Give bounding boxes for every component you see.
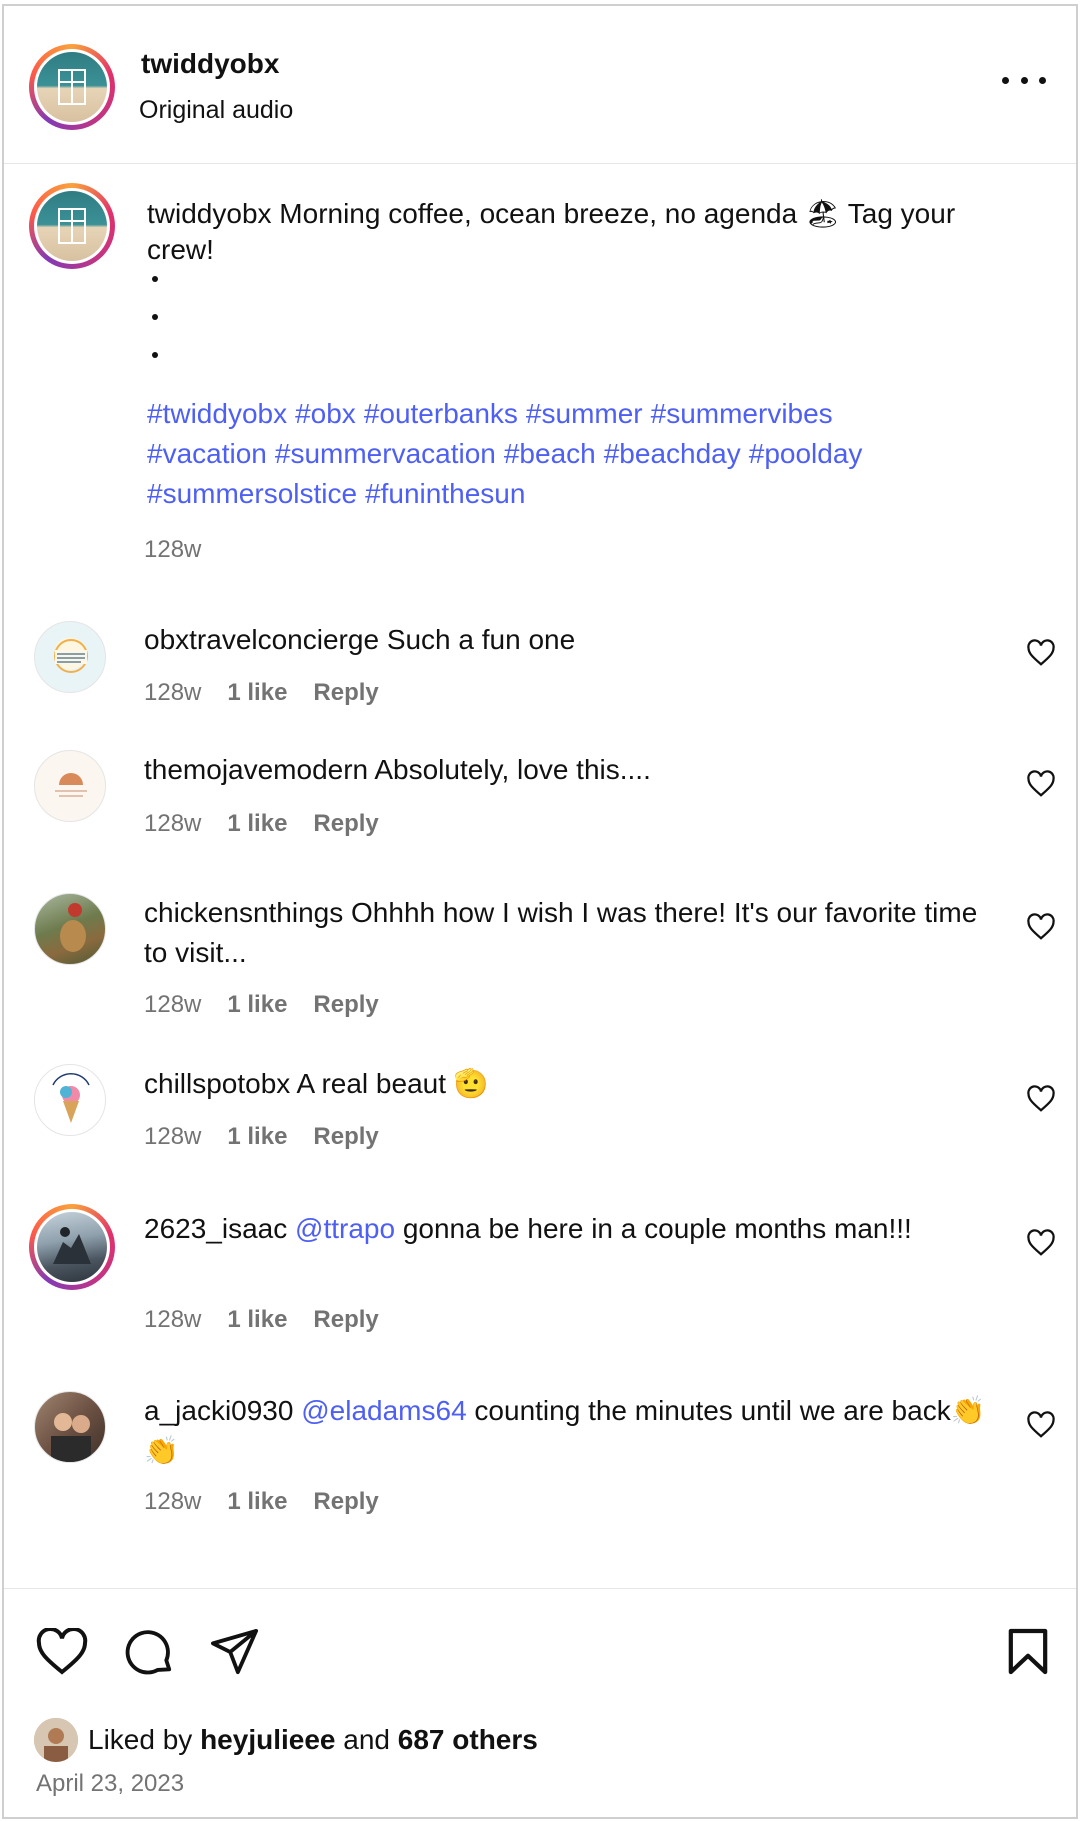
comment-time[interactable]: 128w bbox=[144, 1306, 201, 1334]
like-comment-heart-icon[interactable] bbox=[1026, 639, 1056, 667]
comment-username[interactable]: a_jacki0930 bbox=[144, 1395, 293, 1426]
comment-meta: 128w 1 like Reply bbox=[144, 679, 379, 707]
comment-time[interactable]: 128w bbox=[144, 1123, 201, 1151]
reply-button[interactable]: Reply bbox=[313, 991, 378, 1019]
comment-time[interactable]: 128w bbox=[144, 679, 201, 707]
like-comment-heart-icon[interactable] bbox=[1026, 1411, 1056, 1439]
reply-button[interactable]: Reply bbox=[313, 810, 378, 838]
comment-username[interactable]: chillspotobx bbox=[144, 1068, 290, 1099]
comment-mention[interactable]: @eladams64 bbox=[301, 1395, 466, 1426]
comment-likes[interactable]: 1 like bbox=[227, 679, 287, 707]
reply-button[interactable]: Reply bbox=[313, 1306, 378, 1334]
hashtag-link[interactable]: #summervibes bbox=[651, 398, 833, 429]
like-comment-heart-icon[interactable] bbox=[1026, 913, 1056, 941]
comment-likes[interactable]: 1 like bbox=[227, 1488, 287, 1516]
hashtag-link[interactable]: #beachday bbox=[604, 438, 741, 469]
comment-likes[interactable]: 1 like bbox=[227, 1306, 287, 1334]
caption-timestamp[interactable]: 128w bbox=[144, 536, 201, 564]
like-heart-icon[interactable] bbox=[36, 1628, 88, 1676]
comment-time[interactable]: 128w bbox=[144, 991, 201, 1019]
comment-time[interactable]: 128w bbox=[144, 810, 201, 838]
hashtag-link[interactable]: #beach bbox=[504, 438, 596, 469]
hashtag-link[interactable]: #summervacation bbox=[275, 438, 496, 469]
comment-body: Absolutely, love this.... bbox=[374, 754, 651, 785]
hashtag-link[interactable]: #vacation bbox=[147, 438, 267, 469]
comment-likes[interactable]: 1 like bbox=[227, 991, 287, 1019]
hashtag-link[interactable]: #obx bbox=[295, 398, 356, 429]
comment-avatar[interactable] bbox=[34, 1064, 106, 1136]
comment-username[interactable]: themojavemodern bbox=[144, 754, 368, 785]
liked-by-user[interactable]: heyjulieee bbox=[200, 1724, 335, 1755]
comment-avatar[interactable] bbox=[34, 621, 106, 693]
footer-divider bbox=[4, 1588, 1076, 1589]
caption-avatar-ring[interactable] bbox=[29, 183, 115, 269]
profile-avatar-ring[interactable] bbox=[29, 44, 115, 130]
comment-text: 2623_isaac @ttrapo gonna be here in a co… bbox=[144, 1209, 1004, 1249]
header-username[interactable]: twiddyobx bbox=[141, 48, 279, 80]
hashtag-link[interactable]: #twiddyobx bbox=[147, 398, 287, 429]
comment-text: themojavemodern Absolutely, love this...… bbox=[144, 750, 1004, 790]
comment-mention[interactable]: @ttrapo bbox=[295, 1213, 395, 1244]
comment-username[interactable]: chickensnthings bbox=[144, 897, 343, 928]
comment-avatar[interactable] bbox=[34, 1391, 106, 1463]
post-date[interactable]: April 23, 2023 bbox=[36, 1770, 184, 1798]
hashtag-link[interactable]: #outerbanks bbox=[364, 398, 518, 429]
caption-username[interactable]: twiddyobx bbox=[147, 198, 272, 229]
hashtag-link[interactable]: #summer bbox=[526, 398, 643, 429]
liked-by-text: Liked by heyjulieee and 687 others bbox=[88, 1724, 538, 1756]
comment-username[interactable]: obxtravelconcierge bbox=[144, 624, 379, 655]
comment-meta: 128w 1 like Reply bbox=[144, 991, 379, 1019]
comment-meta: 128w 1 like Reply bbox=[144, 1488, 379, 1516]
comment-text: chillspotobx A real beaut 🫡 bbox=[144, 1064, 1004, 1104]
reply-button[interactable]: Reply bbox=[313, 1488, 378, 1516]
reply-button[interactable]: Reply bbox=[313, 1123, 378, 1151]
liked-by-row: Liked by heyjulieee and 687 others bbox=[34, 1718, 538, 1762]
like-comment-heart-icon[interactable] bbox=[1026, 770, 1056, 798]
audio-label[interactable]: Original audio bbox=[139, 96, 293, 125]
comment-avatar[interactable] bbox=[34, 893, 106, 965]
comment-text: chickensnthings Ohhhh how I wish I was t… bbox=[144, 893, 1004, 973]
comment-avatar[interactable] bbox=[37, 1212, 107, 1282]
comment-meta: 128w 1 like Reply bbox=[144, 810, 379, 838]
caption-avatar[interactable] bbox=[37, 191, 107, 261]
comment-body: Such a fun one bbox=[386, 624, 576, 655]
comment-avatar[interactable] bbox=[34, 750, 106, 822]
hashtag-list: #twiddyobx #obx #outerbanks #summer #summerv… bbox=[147, 394, 1027, 514]
liked-by-and: and bbox=[343, 1724, 390, 1755]
comment-likes[interactable]: 1 like bbox=[227, 810, 287, 838]
comment-username[interactable]: 2623_isaac bbox=[144, 1213, 287, 1244]
liked-by-avatar[interactable] bbox=[34, 1718, 78, 1762]
bullet-dot bbox=[152, 352, 158, 358]
comment-avatar-ring[interactable] bbox=[29, 1204, 115, 1290]
comment-body: gonna be here in a couple months man!!! bbox=[402, 1213, 912, 1244]
hashtag-link[interactable]: #poolday bbox=[749, 438, 863, 469]
comment-time[interactable]: 128w bbox=[144, 1488, 201, 1516]
comment-likes[interactable]: 1 like bbox=[227, 1123, 287, 1151]
bullet-dot bbox=[152, 314, 158, 320]
comment-meta: 128w 1 like Reply bbox=[144, 1306, 379, 1334]
post-panel: twiddyobx Original audio twiddyobx Morni… bbox=[2, 4, 1078, 1819]
hashtag-link[interactable]: #summersolstice bbox=[147, 478, 357, 509]
liked-by-others[interactable]: 687 others bbox=[398, 1724, 538, 1755]
bullet-dot bbox=[152, 276, 158, 282]
bookmark-save-icon[interactable] bbox=[1007, 1628, 1049, 1676]
comment-text: a_jacki0930 @eladams64 counting the minu… bbox=[144, 1391, 1004, 1471]
like-comment-heart-icon[interactable] bbox=[1026, 1085, 1056, 1113]
comment-meta: 128w 1 like Reply bbox=[144, 1123, 379, 1151]
more-options-icon[interactable] bbox=[1002, 68, 1046, 92]
like-comment-heart-icon[interactable] bbox=[1026, 1229, 1056, 1257]
hashtag-link[interactable]: #funinthesun bbox=[365, 478, 525, 509]
post-header: twiddyobx Original audio bbox=[4, 6, 1076, 164]
reply-button[interactable]: Reply bbox=[313, 679, 378, 707]
share-send-icon[interactable] bbox=[210, 1628, 260, 1676]
profile-avatar[interactable] bbox=[37, 52, 107, 122]
caption-text: twiddyobx Morning coffee, ocean breeze, … bbox=[147, 196, 1007, 268]
comment-text: obxtravelconcierge Such a fun one bbox=[144, 620, 1004, 660]
comment-body: A real beaut 🫡 bbox=[296, 1068, 489, 1099]
liked-by-prefix: Liked by bbox=[88, 1724, 193, 1755]
comment-bubble-icon[interactable] bbox=[124, 1628, 174, 1678]
